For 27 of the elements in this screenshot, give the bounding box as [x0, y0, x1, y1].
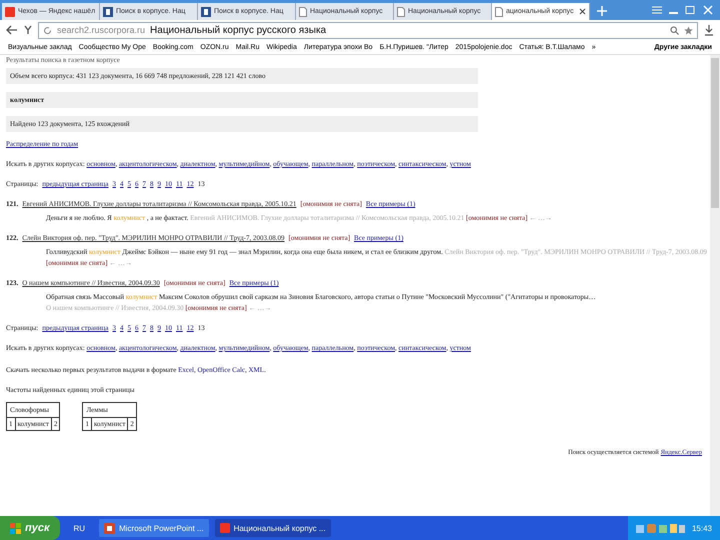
page-icon — [495, 6, 503, 16]
plus-icon — [596, 5, 608, 17]
page-icon — [397, 6, 405, 16]
scrollbar-thumb[interactable] — [711, 58, 719, 208]
scrollbar[interactable] — [710, 55, 720, 516]
taskbar-button[interactable]: Microsoft PowerPoint ... — [99, 519, 209, 537]
address-field[interactable]: search2.ruscorpora.ru Национальный корпус русского языка — [38, 22, 698, 38]
menu-icon — [651, 5, 663, 15]
reload-icon — [43, 26, 52, 34]
book-icon — [103, 6, 113, 16]
star-icon — [684, 26, 693, 34]
download-icon — [704, 24, 714, 36]
book-icon — [201, 6, 211, 16]
windows-logo-icon — [10, 522, 21, 534]
maximize-icon — [684, 5, 696, 15]
back-arrow-icon — [6, 25, 18, 35]
close-icon — [579, 8, 586, 15]
search-icon — [670, 26, 679, 34]
taskbar-button[interactable]: Национальный корпус ... — [214, 519, 330, 537]
tray-icons-drawing — [636, 522, 686, 534]
slides-icon — [104, 522, 116, 534]
page-icon — [299, 6, 307, 16]
start-button[interactable]: пуск — [0, 516, 60, 540]
language-indicator[interactable]: RU — [66, 524, 94, 532]
minimize-icon — [669, 12, 678, 14]
close-icon — [702, 5, 714, 15]
clock: 15:43 — [692, 524, 712, 532]
